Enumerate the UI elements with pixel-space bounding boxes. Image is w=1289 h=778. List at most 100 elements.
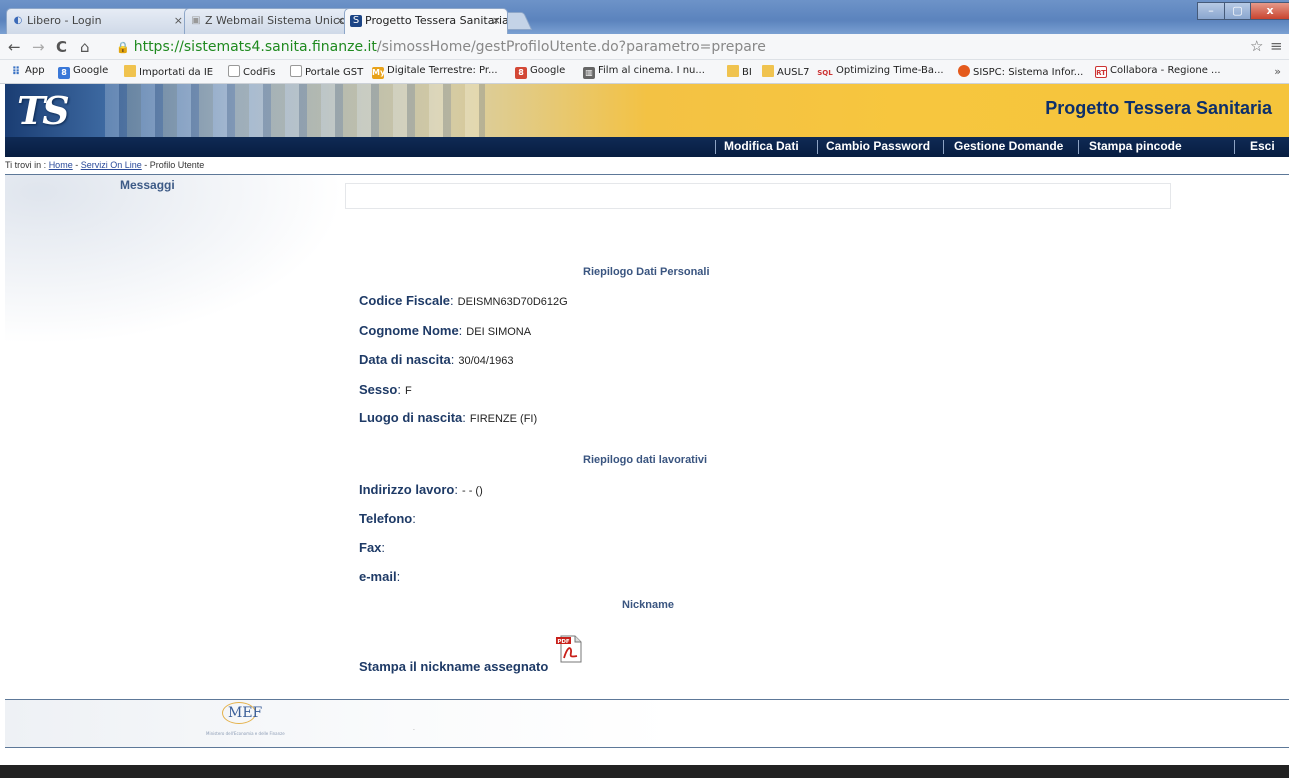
menu-separator (943, 140, 944, 154)
menu-modifica-dati[interactable]: Modifica Dati (724, 139, 799, 153)
field-value: DEISMN63D70D612G (457, 296, 568, 308)
folder-icon (762, 65, 774, 77)
bookmark-codfis[interactable]: CodFis (228, 65, 275, 78)
breadcrumb: Ti trovi in : Home - Servizi On Line - P… (5, 160, 204, 170)
field-indirizzo-lavoro: Indirizzo lavoro: - - () (359, 482, 483, 497)
close-tab-icon[interactable]: × (492, 9, 501, 33)
field-label: Cognome Nome (359, 323, 459, 338)
mef-logo[interactable]: MEF (228, 705, 262, 721)
breadcrumb-separator: - (72, 160, 81, 170)
field-value: DEI SIMONA (466, 326, 532, 338)
field-label: Indirizzo lavoro (359, 482, 455, 497)
bookmark-digitale-terrestre[interactable]: My Digitale Terrestre: Pr... (372, 65, 498, 79)
menu-stampa-pincode[interactable]: Stampa pincode (1089, 139, 1182, 153)
bookmark-google-plus[interactable]: 8 Google (515, 65, 565, 79)
breadcrumb-servizi-link[interactable]: Servizi On Line (81, 160, 142, 170)
browser-menu-icon[interactable]: ≡ (1270, 37, 1283, 55)
field-data-nascita: Data di nascita: 30/04/1963 (359, 352, 514, 367)
bookmark-label: Portale GST (305, 67, 364, 78)
bookmark-label: Optimizing Time-Ba... (836, 65, 944, 76)
field-email: e-mail: (359, 569, 401, 584)
ts-logo[interactable]: TS (17, 88, 70, 133)
pharmacy-photo (105, 84, 485, 137)
site-title: Progetto Tessera Sanitaria (1045, 98, 1272, 118)
bookmarks-more-icon[interactable]: » (1274, 65, 1281, 78)
back-icon[interactable]: ← (8, 37, 21, 57)
print-nickname-link[interactable]: Stampa il nickname assegnato (359, 659, 548, 674)
address-bar[interactable]: 🔒 https://sistemats4.sanita.finanze.it/si… (116, 37, 1246, 57)
bookmark-optimizing[interactable]: SQL Optimizing Time-Ba... (817, 65, 944, 79)
folder-icon (124, 65, 136, 77)
ts-icon: S (350, 15, 362, 27)
breadcrumb-home-link[interactable]: Home (49, 160, 73, 170)
bookmark-collabora[interactable]: RT Collabora - Regione ... (1095, 65, 1221, 78)
menu-cambio-password[interactable]: Cambio Password (826, 139, 930, 153)
pdf-label: PDF (557, 639, 570, 645)
menu-separator (817, 140, 818, 154)
field-label: Fax (359, 540, 382, 555)
tab-label: Progetto Tessera Sanitaria (365, 14, 508, 27)
google-icon: 8 (58, 67, 70, 79)
apps-icon: ⠿ (11, 65, 21, 78)
film-icon: ▥ (583, 67, 595, 79)
portal-icon (290, 65, 302, 77)
site-banner: TS Progetto Tessera Sanitaria (5, 84, 1289, 137)
bookmark-label: Digitale Terrestre: Pr... (387, 65, 498, 76)
bookmark-google[interactable]: 8 Google (58, 65, 108, 79)
lock-icon: 🔒 (116, 41, 130, 54)
tab-label: Libero - Login (27, 14, 102, 27)
bookmark-bi[interactable]: BI (727, 65, 752, 78)
bookmark-app[interactable]: ⠿ App (10, 65, 45, 78)
folder-icon (727, 65, 739, 77)
bookmark-star-icon[interactable]: ☆ (1250, 37, 1263, 55)
messaggi-label: Messaggi (120, 178, 175, 192)
bookmark-label: BI (742, 67, 752, 78)
bookmark-film[interactable]: ▥ Film al cinema. I nu... (583, 65, 705, 79)
field-label: Telefono (359, 511, 413, 526)
my-icon: My (372, 67, 386, 79)
main-menu: Modifica Dati Cambio Password Gestione D… (5, 137, 1289, 157)
tab-label: Z Webmail Sistema Unico P (205, 14, 352, 27)
tab-libero[interactable]: ◐ Libero - Login × (6, 8, 190, 34)
maximize-button[interactable]: ▢ (1224, 2, 1251, 20)
zimbra-icon: ▣ (191, 15, 201, 26)
close-tab-icon[interactable]: × (174, 9, 183, 33)
bookmark-importati[interactable]: Importati da IE (124, 65, 213, 78)
menu-separator (1078, 140, 1079, 154)
home-icon[interactable]: ⌂ (80, 37, 90, 57)
menu-gestione-domande[interactable]: Gestione Domande (954, 139, 1063, 153)
url-path: /simossHome/gestProfiloUtente.do?paramet… (376, 39, 766, 55)
field-value: F (404, 385, 412, 397)
bookmark-portale-gst[interactable]: Portale GST (290, 65, 363, 78)
field-label: Data di nascita (359, 352, 451, 367)
close-window-button[interactable]: x (1250, 2, 1289, 20)
personal-data-title: Riepilogo Dati Personali (583, 266, 710, 278)
field-label: e-mail (359, 569, 397, 584)
bookmark-label: Film al cinema. I nu... (598, 65, 705, 76)
field-sesso: Sesso: F (359, 382, 412, 397)
browser-tabstrip: ◐ Libero - Login × ▣ Z Webmail Sistema U… (0, 0, 1289, 34)
bookmark-ausl7[interactable]: AUSL7 (762, 65, 809, 78)
field-cognome-nome: Cognome Nome: DEI SIMONA (359, 323, 532, 338)
rt-icon: RT (1095, 66, 1107, 78)
footer-dot: . (413, 725, 415, 732)
minimize-button[interactable]: – (1197, 2, 1225, 20)
bookmark-sispc[interactable]: SISPC: Sistema Infor... (958, 65, 1083, 78)
tab-tessera-sanitaria[interactable]: S Progetto Tessera Sanitaria × (344, 8, 508, 34)
field-value: FIRENZE (FI) (469, 413, 538, 425)
bookmark-label: Collabora - Regione ... (1110, 65, 1221, 76)
bookmarks-bar: ⠿ App 8 Google Importati da IE CodFis Port… (0, 60, 1289, 84)
field-value: 30/04/1963 (458, 355, 514, 367)
menu-esci[interactable]: Esci (1250, 139, 1275, 153)
messaggi-box (345, 183, 1171, 209)
field-telefono: Telefono: (359, 511, 416, 526)
pdf-icon[interactable]: PDF (555, 634, 585, 664)
footer-band (5, 700, 675, 747)
tab-webmail[interactable]: ▣ Z Webmail Sistema Unico P × (184, 8, 352, 34)
sql-icon: SQL (817, 69, 833, 77)
google-plus-icon: 8 (515, 67, 527, 79)
reload-icon[interactable]: C (56, 37, 67, 57)
bookmark-label: Importati da IE (139, 67, 214, 78)
forward-icon[interactable]: → (32, 37, 45, 57)
bookmark-label: SISPC: Sistema Infor... (973, 67, 1084, 78)
